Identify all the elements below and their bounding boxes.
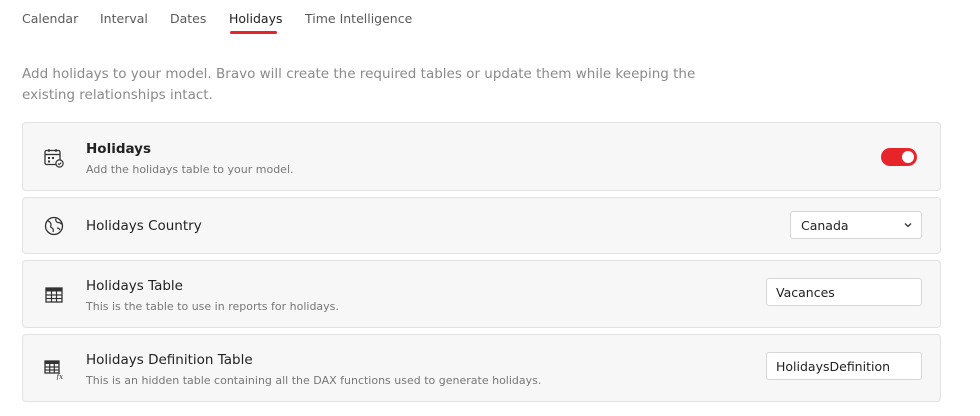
holidays-card: Holidays Add the holidays table to your …	[22, 122, 941, 191]
holidays-table-card: Holidays Table This is the table to use …	[22, 260, 941, 328]
tab-calendar[interactable]: Calendar	[22, 11, 78, 26]
holidays-toggle[interactable]	[881, 148, 917, 166]
intro-text: Add holidays to your model. Bravo will c…	[22, 66, 696, 103]
tab-interval[interactable]: Interval	[100, 11, 148, 26]
tab-dates[interactable]: Dates	[170, 11, 206, 26]
tab-time-intelligence[interactable]: Time Intelligence	[305, 11, 412, 26]
holidays-table-input[interactable]	[766, 278, 922, 306]
calendar-holidays-icon	[44, 149, 64, 168]
svg-text:fx: fx	[56, 373, 64, 380]
chevron-down-icon	[904, 223, 912, 228]
holidays-country-card: Holidays Country Canada	[22, 197, 941, 254]
active-tab-indicator	[230, 31, 277, 34]
holidays-country-title: Holidays Country	[86, 218, 202, 234]
holidays-description: Add the holidays table to your model.	[86, 163, 294, 176]
toggle-knob	[902, 151, 914, 163]
holidays-definition-input[interactable]	[766, 352, 922, 380]
tab-holidays[interactable]: Holidays	[229, 11, 283, 26]
country-select[interactable]: Canada	[790, 211, 922, 239]
table-function-icon: fx	[44, 360, 64, 380]
tab-bar: Calendar Interval Dates Holidays Time In…	[0, 0, 980, 40]
table-icon	[45, 287, 63, 303]
holidays-definition-title: Holidays Definition Table	[86, 352, 253, 368]
country-select-value: Canada	[801, 218, 849, 233]
globe-icon	[44, 216, 64, 236]
holidays-definition-description: This is an hidden table containing all t…	[86, 374, 542, 387]
holidays-definition-card: fx Holidays Definition Table This is an …	[22, 334, 941, 402]
holidays-title: Holidays	[86, 141, 152, 157]
holidays-table-title: Holidays Table	[86, 278, 183, 294]
holidays-table-description: This is the table to use in reports for …	[86, 300, 339, 313]
